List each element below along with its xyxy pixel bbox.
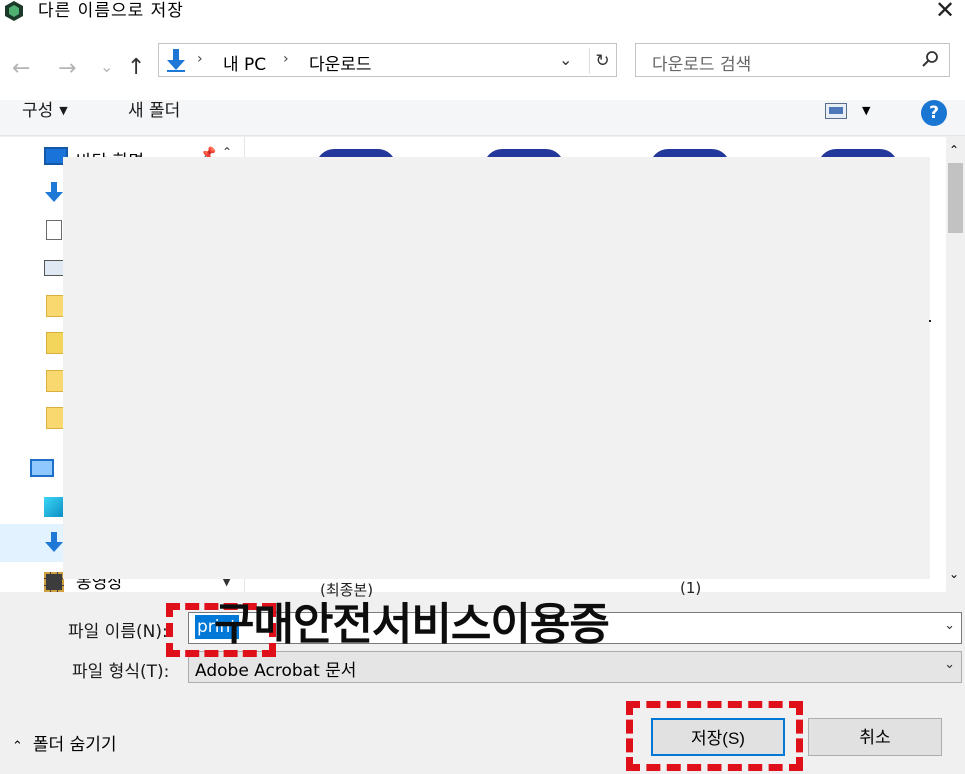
breadcrumb-downloads[interactable]: 다운로드 [309, 50, 372, 75]
help-button[interactable]: ? [921, 100, 947, 126]
folder-icon [46, 295, 64, 317]
hide-folders-button[interactable]: ⌃ 폴더 숨기기 [12, 730, 117, 755]
breadcrumb-separator: › [197, 51, 203, 67]
folder-icon [46, 370, 64, 392]
window-title: 다른 이름으로 저장 [38, 1, 184, 21]
annotation-text: 구매안전서비스이용증 [214, 599, 610, 650]
filetype-value: Adobe Acrobat 문서 [195, 661, 357, 681]
search-placeholder: 다운로드 검색 [652, 55, 752, 75]
video-icon [44, 572, 64, 592]
navigation-bar: ← → ⌄ ↑ › 내 PC › 다운로드 ⌄ ↻ 다운로드 검색 [0, 24, 965, 100]
file-name-label: (1) [680, 579, 702, 597]
document-icon [46, 220, 62, 240]
dot-mark [929, 320, 931, 322]
command-toolbar: 구성 ▼ 새 폴더 ▼ ? [0, 100, 965, 136]
title-bar: 다른 이름으로 저장 ✕ [0, 0, 965, 24]
new-folder-button[interactable]: 새 폴더 [128, 100, 180, 122]
redacted-region [63, 157, 930, 579]
search-input[interactable]: 다운로드 검색 [635, 43, 950, 77]
breadcrumb-separator: › [283, 51, 289, 67]
caret-down-icon[interactable]: ▼ [862, 104, 870, 117]
close-button[interactable]: ✕ [927, 0, 963, 24]
3d-objects-icon [44, 497, 64, 517]
back-button[interactable]: ← [12, 58, 30, 80]
filename-label: 파일 이름(N): [68, 622, 168, 642]
network-folder-icon [46, 332, 64, 354]
chevron-down-icon[interactable]: ⌄ [944, 657, 955, 672]
refresh-button[interactable]: ↻ [589, 48, 615, 74]
scroll-down-icon[interactable]: ⌄ [949, 567, 959, 581]
search-icon [922, 51, 938, 67]
chevron-down-icon[interactable]: ⌄ [944, 618, 955, 633]
caret-down-icon: ▼ [59, 104, 68, 117]
organize-button[interactable]: 구성 ▼ [22, 100, 68, 122]
download-folder-icon [167, 49, 185, 72]
filetype-label: 파일 형식(T): [72, 662, 170, 682]
address-dropdown-icon[interactable]: ⌄ [559, 50, 572, 69]
hide-folders-label: 폴더 숨기기 [32, 735, 117, 755]
app-icon [5, 1, 23, 21]
address-bar[interactable]: › 내 PC › 다운로드 ⌄ ↻ [158, 43, 617, 77]
forward-button[interactable]: → [58, 58, 76, 80]
this-pc-icon [30, 459, 54, 477]
download-icon [45, 182, 63, 202]
breadcrumb-this-pc[interactable]: 내 PC [223, 50, 266, 75]
cancel-button[interactable]: 취소 [808, 718, 942, 756]
vertical-scrollbar[interactable]: ⌃ ⌄ [946, 137, 965, 592]
chevron-up-icon: ⌃ [12, 739, 23, 754]
scrollbar-thumb[interactable] [948, 163, 963, 233]
organize-label: 구성 [22, 101, 54, 121]
filetype-select[interactable]: Adobe Acrobat 문서 ⌄ [188, 651, 962, 683]
up-button[interactable]: ↑ [127, 57, 145, 79]
folder-icon [46, 407, 64, 429]
recent-locations-button[interactable]: ⌄ [100, 56, 113, 78]
highlight-box-save [626, 701, 803, 771]
scroll-up-icon[interactable]: ⌃ [949, 143, 959, 157]
picture-icon [44, 260, 64, 276]
view-mode-icon[interactable] [825, 103, 847, 119]
download-icon [45, 532, 63, 552]
